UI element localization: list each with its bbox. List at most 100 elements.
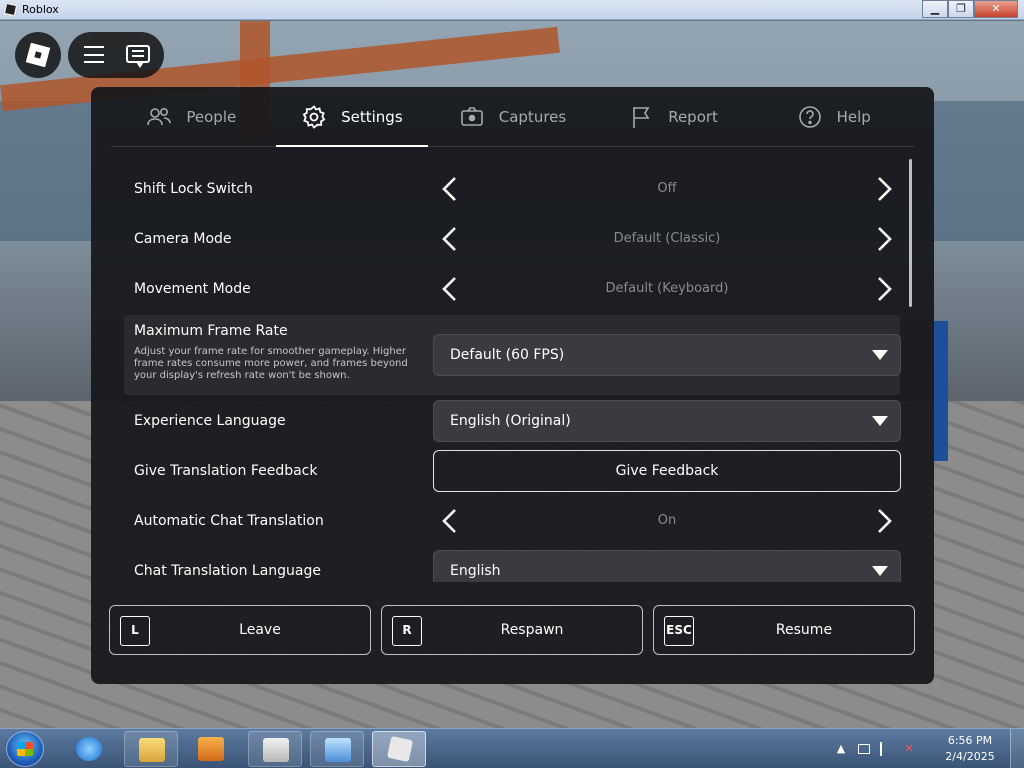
resume-button[interactable]: ESC Resume — [653, 605, 915, 655]
chevron-right-icon[interactable] — [868, 174, 898, 204]
show-hidden-icons-arrow[interactable]: ▲ — [834, 742, 848, 756]
menu-action-bar: L Leave R Respawn ESC Resume — [109, 605, 915, 655]
setting-row-frame-rate: Maximum Frame Rate Adjust your frame rat… — [124, 315, 901, 395]
dropdown-value: Default (60 FPS) — [450, 347, 565, 363]
taskbar-media-player[interactable] — [184, 731, 238, 767]
taskbar-roblox-studio[interactable] — [248, 731, 302, 767]
volume-muted-icon[interactable]: ✕ — [902, 742, 916, 756]
taskbar-clock[interactable]: 6:56 PM 2/4/2025 — [940, 733, 1000, 765]
dropdown-value: English — [450, 563, 501, 579]
show-desktop-button[interactable] — [1010, 729, 1024, 768]
start-button[interactable] — [6, 731, 44, 767]
tab-report[interactable]: Report — [593, 87, 754, 146]
chevron-right-icon[interactable] — [868, 274, 898, 304]
setting-row-translation-feedback: Give Translation Feedback Give Feedback — [124, 446, 901, 496]
system-tray: ▲ ✕ 6:56 PM 2/4/2025 — [834, 729, 1024, 768]
taskbar-file-explorer[interactable] — [124, 731, 178, 767]
settings-list: Shift Lock Switch Off Camera Mode Defaul… — [124, 162, 912, 582]
experience-language-dropdown[interactable]: English (Original) — [433, 400, 901, 442]
clock-time: 6:56 PM — [947, 734, 993, 747]
keycap-l: L — [120, 616, 150, 646]
setting-label: Shift Lock Switch — [134, 181, 253, 197]
tab-help[interactable]: Help — [753, 87, 914, 146]
setting-value: Default (Keyboard) — [605, 281, 729, 296]
flag-icon — [633, 106, 650, 128]
clock-date: 2/4/2025 — [945, 750, 995, 763]
chevron-left-icon[interactable] — [436, 274, 466, 304]
roblox-icon — [386, 735, 414, 763]
chat-translation-language-dropdown[interactable]: English — [433, 550, 901, 582]
folder-icon — [139, 738, 165, 762]
chat-icon[interactable] — [126, 45, 150, 68]
window-titlebar: Roblox ▁ ❐ ✕ — [0, 0, 1024, 20]
keycap-r: R — [392, 616, 422, 646]
camera-icon — [460, 106, 483, 126]
leave-button[interactable]: L Leave — [109, 605, 371, 655]
settings-menu-panel: People Settings Captures Report Help Shi… — [91, 87, 934, 684]
taskbar-roblox[interactable] — [372, 731, 426, 767]
setting-row-movement-mode: Movement Mode Default (Keyboard) — [124, 264, 900, 314]
setting-value: Off — [657, 181, 677, 196]
internet-explorer-icon — [76, 737, 102, 761]
tab-people[interactable]: People — [111, 87, 272, 146]
chevron-left-icon[interactable] — [436, 506, 466, 536]
chevron-left-icon[interactable] — [436, 174, 466, 204]
scene-structure — [934, 321, 1024, 461]
tab-settings[interactable]: Settings — [272, 87, 433, 147]
setting-row-experience-language: Experience Language English (Original) — [124, 396, 901, 446]
caret-down-icon — [872, 566, 888, 576]
help-icon — [798, 105, 821, 128]
tab-label: People — [186, 107, 237, 126]
setting-row-chat-translation-language: Chat Translation Language English — [124, 546, 901, 582]
control-panel-icon — [325, 738, 351, 762]
windows-logo-icon — [17, 742, 33, 756]
dropdown-value: English (Original) — [450, 413, 571, 429]
taskbar-control-panel[interactable] — [310, 731, 364, 767]
people-icon — [147, 107, 172, 125]
tab-captures[interactable]: Captures — [432, 87, 593, 146]
setting-label: Movement Mode — [134, 281, 251, 297]
button-label: Leave — [239, 622, 281, 638]
network-icon[interactable] — [858, 744, 870, 754]
caret-down-icon — [872, 416, 888, 426]
gear-icon — [302, 104, 326, 129]
close-button[interactable]: ✕ — [974, 0, 1018, 18]
chevron-left-icon[interactable] — [436, 224, 466, 254]
chevron-right-icon[interactable] — [868, 224, 898, 254]
tab-label: Report — [668, 107, 718, 126]
roblox-app-icon — [2, 1, 19, 18]
setting-row-auto-chat-translation: Automatic Chat Translation On — [124, 496, 900, 546]
settings-scrollbar[interactable] — [909, 159, 912, 307]
frame-rate-dropdown[interactable]: Default (60 FPS) — [433, 334, 901, 376]
setting-label: Experience Language — [134, 413, 286, 429]
setting-description: Adjust your frame rate for smoother game… — [134, 346, 408, 381]
media-player-icon — [198, 737, 224, 761]
roblox-studio-icon — [263, 738, 289, 762]
button-label: Respawn — [500, 622, 564, 638]
give-feedback-button[interactable]: Give Feedback — [433, 450, 901, 492]
setting-label: Camera Mode — [134, 231, 232, 247]
taskbar-internet-explorer[interactable] — [62, 731, 116, 767]
minimize-button[interactable]: ▁ — [922, 0, 948, 18]
window-controls: ▁ ❐ ✕ — [922, 0, 1018, 18]
setting-label: Give Translation Feedback — [134, 463, 318, 479]
respawn-button[interactable]: R Respawn — [381, 605, 643, 655]
setting-row-camera-mode: Camera Mode Default (Classic) — [124, 214, 900, 264]
menu-tab-bar: People Settings Captures Report Help — [111, 87, 914, 147]
chevron-right-icon[interactable] — [868, 506, 898, 536]
windows-taskbar: ▲ ✕ 6:56 PM 2/4/2025 — [0, 728, 1024, 768]
hamburger-menu-icon[interactable] — [84, 46, 104, 63]
setting-row-shift-lock: Shift Lock Switch Off — [124, 164, 900, 214]
setting-label: Automatic Chat Translation — [134, 513, 324, 529]
restore-button[interactable]: ❐ — [948, 0, 974, 18]
action-center-flag-icon[interactable] — [880, 742, 890, 756]
button-label: Resume — [775, 622, 833, 638]
roblox-logo-icon — [25, 42, 51, 68]
tab-label: Captures — [498, 107, 567, 126]
roblox-menu-button[interactable] — [15, 32, 61, 78]
window-title: Roblox — [22, 3, 59, 16]
top-bar-controls — [68, 32, 164, 78]
setting-label: Maximum Frame Rate — [134, 323, 288, 339]
setting-value: On — [657, 513, 677, 528]
keycap-esc: ESC — [664, 616, 694, 646]
